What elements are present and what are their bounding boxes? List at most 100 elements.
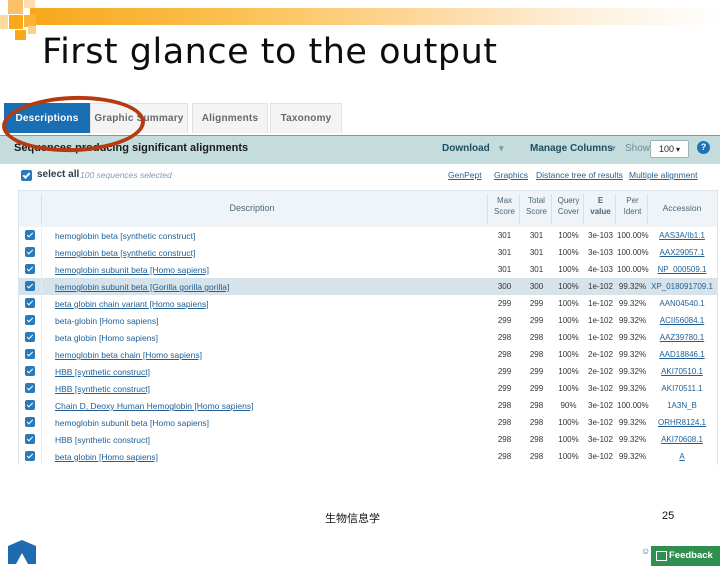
slide-decoration — [0, 0, 720, 40]
row-checkbox[interactable] — [25, 298, 35, 308]
row-description[interactable]: beta globin chain variant [Homo sapiens] — [55, 299, 209, 309]
row-checkbox[interactable] — [25, 332, 35, 342]
row-divider — [41, 363, 42, 380]
table-row[interactable]: beta globin [Homo sapiens] 298 298 100% 3e-1… — [19, 448, 717, 465]
row-description[interactable]: HBB [synthetic construct] — [55, 435, 150, 445]
download-chevron-down-icon[interactable]: ▾ — [499, 143, 504, 154]
row-description[interactable]: beta-globin [Homo sapiens] — [55, 316, 158, 326]
row-description[interactable]: hemoglobin beta [synthetic construct] — [55, 248, 195, 258]
scroll-to-top-icon[interactable] — [8, 540, 36, 564]
tab-alignments[interactable]: Alignments — [192, 103, 268, 133]
row-per-ident: 99.32% — [618, 452, 647, 461]
select-all-label[interactable]: select all — [37, 169, 79, 180]
row-accession[interactable]: XP_018091709.1 — [649, 282, 715, 291]
column-header-accession[interactable]: Accession — [649, 203, 715, 213]
table-row[interactable]: HBB [synthetic construct] 298 298 100% 3e-10… — [19, 431, 717, 448]
row-accession[interactable]: ORHR8124.1 — [649, 418, 715, 427]
row-description[interactable]: hemoglobin beta [synthetic construct] — [55, 231, 195, 241]
row-e-value: 3e-103 — [588, 231, 613, 240]
row-accession[interactable]: AAZ39780.1 — [649, 333, 715, 342]
link-genpept[interactable]: GenPept — [448, 170, 482, 180]
help-icon[interactable]: ? — [697, 141, 710, 154]
manage-columns-button[interactable]: Manage Columns — [530, 143, 613, 154]
table-row[interactable]: hemoglobin subunit beta [Homo sapiens] 30… — [19, 261, 717, 278]
table-row[interactable]: beta globin chain variant [Homo sapiens]… — [19, 295, 717, 312]
row-accession[interactable]: AKI70510.1 — [649, 367, 715, 376]
table-row[interactable]: HBB [synthetic construct] 299 299 100% 2e-10… — [19, 363, 717, 380]
row-accession[interactable]: A — [649, 452, 715, 461]
column-header-max-score[interactable]: Max Score — [489, 195, 520, 217]
row-checkbox[interactable] — [25, 366, 35, 376]
user-icon: ☺ — [641, 546, 651, 556]
row-per-ident: 99.32% — [618, 316, 647, 325]
column-header-e-value[interactable]: E value — [585, 195, 616, 217]
row-description[interactable]: hemoglobin subunit beta [Homo sapiens] — [55, 265, 209, 275]
row-description[interactable]: HBB [synthetic construct] — [55, 384, 150, 394]
column-header-total-score[interactable]: Total Score — [521, 195, 552, 217]
table-row[interactable]: hemoglobin beta [synthetic construct] 301… — [19, 227, 717, 244]
link-distance-tree[interactable]: Distance tree of results — [536, 170, 623, 180]
column-header-description[interactable]: Description — [19, 203, 485, 213]
row-checkbox[interactable] — [25, 281, 35, 291]
tab-taxonomy[interactable]: Taxonomy — [270, 103, 342, 133]
row-checkbox[interactable] — [25, 400, 35, 410]
row-divider — [41, 295, 42, 312]
row-accession[interactable]: 1A3N_B — [649, 401, 715, 410]
row-accession[interactable]: AKI70608.1 — [649, 435, 715, 444]
row-accession[interactable]: AAD18846.1 — [649, 350, 715, 359]
download-button[interactable]: Download — [442, 143, 490, 154]
row-description[interactable]: beta globin [Homo sapiens] — [55, 452, 158, 462]
row-checkbox[interactable] — [25, 230, 35, 240]
row-max-score: 298 — [497, 452, 512, 461]
row-accession[interactable]: NP_000509.1 — [649, 265, 715, 274]
table-row[interactable]: hemoglobin beta [synthetic construct] 301… — [19, 244, 717, 261]
row-description[interactable]: hemoglobin beta chain [Homo sapiens] — [55, 350, 202, 360]
show-count-select[interactable]: 100 ▾ — [650, 140, 689, 158]
row-divider — [41, 261, 42, 278]
tab-descriptions[interactable]: Descriptions — [4, 103, 90, 133]
row-checkbox[interactable] — [25, 349, 35, 359]
row-description[interactable]: hemoglobin subunit beta [Gorilla gorilla… — [55, 282, 229, 292]
row-query-cover: 100% — [558, 435, 579, 444]
table-row[interactable]: beta globin [Homo sapiens] 298 298 100% 1e-1… — [19, 329, 717, 346]
column-header-query-cover[interactable]: Query Cover — [553, 195, 584, 217]
row-divider — [41, 414, 42, 431]
row-divider — [41, 346, 42, 363]
row-accession[interactable]: AAN04540.1 — [649, 299, 715, 308]
manage-columns-chevron-down-icon[interactable]: ▾ — [611, 143, 616, 154]
row-accession[interactable]: AKI70511.1 — [649, 384, 715, 393]
row-total-score: 299 — [529, 316, 544, 325]
feedback-button[interactable]: Feedback — [651, 546, 720, 566]
table-row[interactable]: Chain D, Deoxy Human Hemoglobin [Homo sa… — [19, 397, 717, 414]
row-divider — [41, 329, 42, 346]
row-description[interactable]: hemoglobin subunit beta [Homo sapiens] — [55, 418, 209, 428]
row-accession[interactable]: AAX29057.1 — [649, 248, 715, 257]
row-checkbox[interactable] — [25, 383, 35, 393]
row-description[interactable]: Chain D, Deoxy Human Hemoglobin [Homo sa… — [55, 401, 253, 411]
link-graphics[interactable]: Graphics — [494, 170, 528, 180]
row-checkbox[interactable] — [25, 315, 35, 325]
row-per-ident: 99.32% — [618, 299, 647, 308]
row-checkbox[interactable] — [25, 434, 35, 444]
select-all-checkbox[interactable] — [21, 170, 32, 181]
query-cover-line2: Cover — [557, 207, 580, 216]
row-description[interactable]: beta globin [Homo sapiens] — [55, 333, 158, 343]
row-accession[interactable]: ACII56084.1 — [649, 316, 715, 325]
table-row[interactable]: beta-globin [Homo sapiens] 299 299 100% 1e-1… — [19, 312, 717, 329]
row-query-cover: 90% — [560, 401, 577, 410]
column-header-per-ident[interactable]: Per Ident — [617, 195, 648, 217]
table-row[interactable]: hemoglobin beta chain [Homo sapiens] 298 2… — [19, 346, 717, 363]
row-description[interactable]: HBB [synthetic construct] — [55, 367, 150, 377]
link-multiple-alignment[interactable]: Multiple alignment — [629, 170, 698, 180]
deco-square-2 — [24, 0, 35, 8]
row-checkbox[interactable] — [25, 247, 35, 257]
row-checkbox[interactable] — [25, 451, 35, 461]
per-ident-line2: Ident — [623, 207, 642, 216]
table-row[interactable]: HBB [synthetic construct] 299 299 100% 3e-10… — [19, 380, 717, 397]
tab-graphic-summary[interactable]: Graphic Summary — [90, 103, 188, 133]
table-row[interactable]: hemoglobin subunit beta [Gorilla gorilla… — [19, 278, 717, 295]
row-checkbox[interactable] — [25, 417, 35, 427]
row-accession[interactable]: AAS3A/Ib1.1 — [649, 231, 715, 240]
table-row[interactable]: hemoglobin subunit beta [Homo sapiens] 29… — [19, 414, 717, 431]
row-checkbox[interactable] — [25, 264, 35, 274]
